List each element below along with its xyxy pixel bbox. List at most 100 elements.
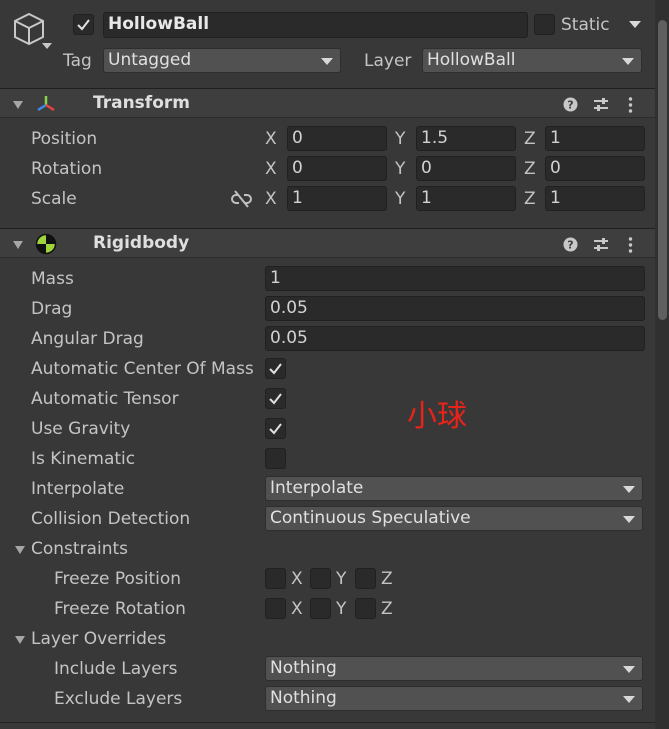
svg-text:?: ? [567,239,573,252]
freeze-position-y-checkbox[interactable] [310,568,331,589]
static-label: Static [561,15,610,35]
mass-field[interactable]: 1 [265,266,645,291]
chevron-down-icon [321,58,333,65]
rotation-label: Rotation [31,159,103,179]
drag-field[interactable]: 0.05 [265,296,645,321]
rotation-z-field[interactable]: 0 [545,156,645,181]
freeze-position-x-checkbox[interactable] [265,568,286,589]
layer-overrides-foldout-icon[interactable] [15,636,25,644]
rigidbody-header[interactable]: Rigidbody ? [0,228,655,258]
rotation-y-axis: Y [395,159,406,179]
rotation-z-axis: Z [524,159,536,179]
presets-icon[interactable] [593,97,609,117]
tag-label: Tag [63,51,92,71]
interpolate-dropdown[interactable]: Interpolate [265,476,643,501]
freeze-position-label: Freeze Position [54,569,182,589]
more-options-icon[interactable] [628,97,633,118]
help-icon[interactable]: ? [563,237,578,257]
layer-dropdown[interactable]: HollowBall [422,48,642,73]
collision-detection-dropdown[interactable]: Continuous Speculative [265,506,643,531]
scrollbar-thumb[interactable] [658,20,667,320]
auto-com-label: Automatic Center Of Mass [31,359,254,379]
auto-tensor-label: Automatic Tensor [31,389,179,409]
vertical-scrollbar[interactable] [655,0,669,729]
object-name-field[interactable]: HollowBall [103,12,528,38]
position-z-field[interactable]: 1 [545,126,645,151]
angular-drag-field[interactable]: 0.05 [265,326,645,351]
help-icon[interactable]: ? [563,97,578,117]
bottom-divider [0,722,655,723]
use-gravity-checkbox[interactable] [265,418,286,439]
layer-label: Layer [364,51,412,71]
rotation-x-axis: X [265,159,277,179]
position-x-field[interactable]: 0 [287,126,387,151]
include-layers-dropdown[interactable]: Nothing [265,656,643,681]
freeze-rotation-y-checkbox[interactable] [310,598,331,619]
position-label: Position [31,129,98,149]
freeze-rotation-y-label: Y [336,599,347,619]
constrain-proportions-icon[interactable] [231,190,252,213]
exclude-layers-dropdown[interactable]: Nothing [265,686,643,711]
freeze-rotation-label: Freeze Rotation [54,599,186,619]
freeze-position-y-label: Y [336,569,347,589]
scale-x-axis: X [265,189,277,209]
transform-icon [35,93,57,115]
include-layers-label: Include Layers [54,659,178,679]
angular-drag-label: Angular Drag [31,329,144,349]
rigidbody-icon [35,233,57,255]
position-z-axis: Z [524,129,536,149]
rotation-x-field[interactable]: 0 [287,156,387,181]
position-y-field[interactable]: 1.5 [416,126,516,151]
is-kinematic-label: Is Kinematic [31,449,136,469]
active-checkbox[interactable] [73,14,94,35]
include-layers-value: Nothing [270,658,337,678]
scale-z-axis: Z [524,189,536,209]
chevron-down-icon [623,696,635,703]
auto-tensor-checkbox[interactable] [265,388,286,409]
scale-label: Scale [31,189,77,209]
layer-value: HollowBall [427,50,516,70]
rigidbody-title: Rigidbody [93,233,190,253]
foldout-arrow-icon[interactable] [13,101,23,109]
more-options-icon[interactable] [628,237,633,258]
freeze-rotation-z-checkbox[interactable] [355,598,376,619]
scale-x-field[interactable]: 1 [287,186,387,211]
chevron-down-icon [622,58,634,65]
position-y-axis: Y [395,129,406,149]
static-dropdown-arrow-icon[interactable] [629,21,641,28]
chevron-down-icon [623,666,635,673]
transform-title: Transform [93,93,190,113]
static-checkbox[interactable] [534,14,555,35]
chevron-down-icon [623,486,635,493]
annotation-text: 小球 [407,399,467,434]
tag-dropdown[interactable]: Untagged [103,48,341,73]
interpolate-value: Interpolate [270,478,364,498]
freeze-rotation-x-checkbox[interactable] [265,598,286,619]
position-x-axis: X [265,129,277,149]
is-kinematic-checkbox[interactable] [265,448,286,469]
drag-label: Drag [31,299,73,319]
scale-y-field[interactable]: 1 [416,186,516,211]
exclude-layers-value: Nothing [270,688,337,708]
constraints-foldout-icon[interactable] [15,546,25,554]
constraints-label[interactable]: Constraints [31,538,128,560]
presets-icon[interactable] [593,237,609,257]
svg-text:?: ? [567,99,573,112]
freeze-rotation-x-label: X [291,599,303,619]
collision-detection-value: Continuous Speculative [270,508,471,528]
scale-z-field[interactable]: 1 [545,186,645,211]
freeze-rotation-z-label: Z [381,599,393,619]
use-gravity-label: Use Gravity [31,419,131,439]
exclude-layers-label: Exclude Layers [54,689,183,709]
foldout-arrow-icon[interactable] [13,241,23,249]
transform-header[interactable]: Transform ? [0,88,655,118]
chevron-down-icon [623,516,635,523]
freeze-position-z-checkbox[interactable] [355,568,376,589]
collision-detection-label: Collision Detection [31,509,191,529]
freeze-position-z-label: Z [381,569,393,589]
gameobject-icon[interactable] [10,10,52,52]
freeze-position-x-label: X [291,569,303,589]
layer-overrides-label[interactable]: Layer Overrides [31,628,166,650]
rotation-y-field[interactable]: 0 [416,156,516,181]
auto-com-checkbox[interactable] [265,358,286,379]
